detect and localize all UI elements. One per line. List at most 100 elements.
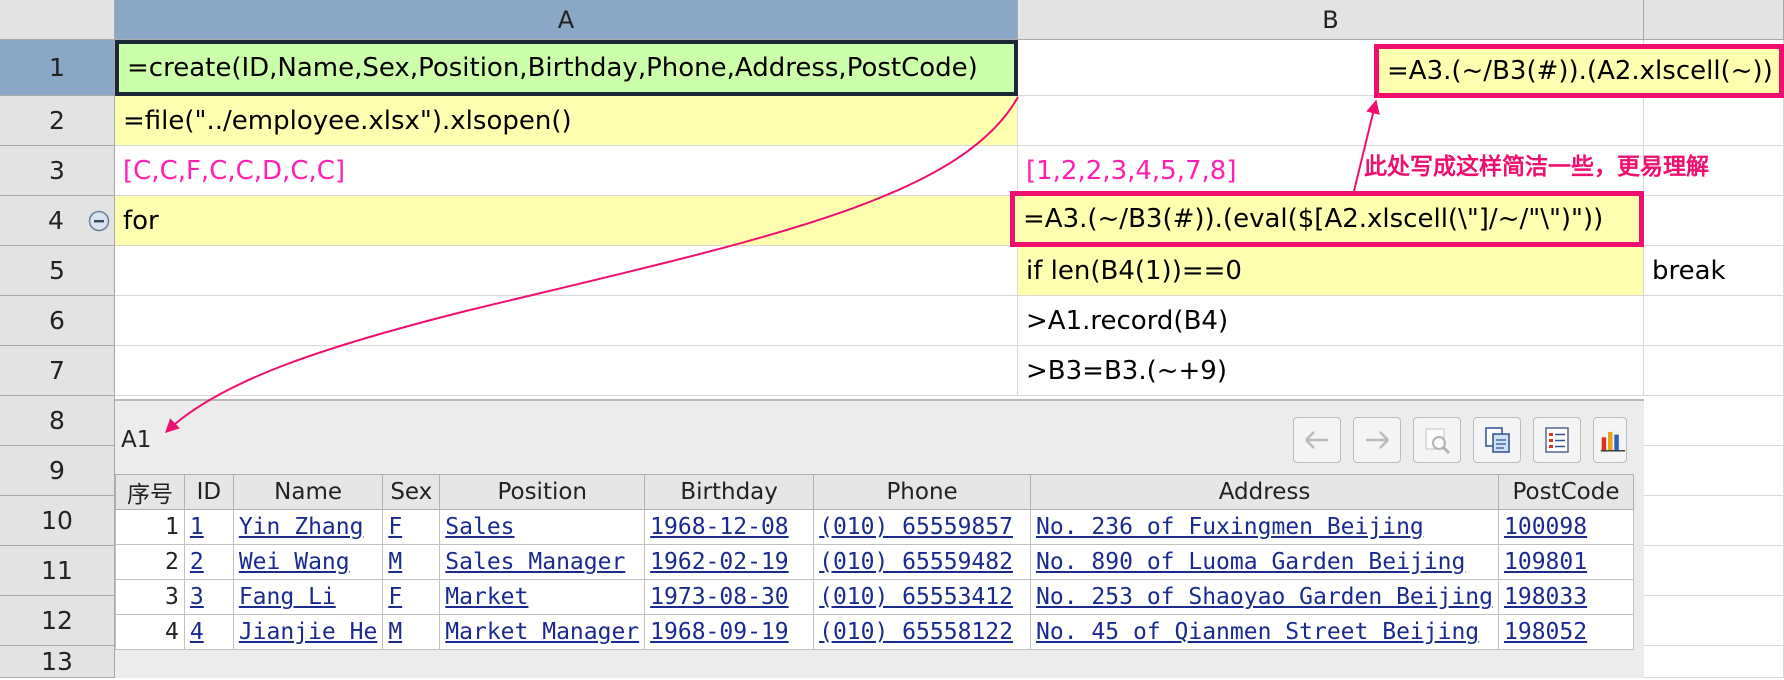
cell-link-postcode[interactable]: 198052 — [1504, 619, 1587, 645]
cell-a6[interactable] — [115, 296, 1018, 346]
cell-b7[interactable]: >B3=B3.(~+9) — [1018, 346, 1644, 396]
cell-link-phone[interactable]: (010) 65558122 — [819, 619, 1013, 645]
col-header-phone[interactable]: Phone — [813, 474, 1032, 510]
cell-c11[interactable] — [1644, 546, 1784, 596]
row-header-12[interactable]: 12 — [0, 596, 115, 646]
cell-link-phone[interactable]: (010) 65553412 — [819, 584, 1013, 610]
cell-link-address[interactable]: No. 45 of Qianmen Street Beijing — [1036, 619, 1479, 645]
cell-a5[interactable] — [115, 246, 1018, 296]
cell-a1[interactable]: =create(ID,Name,Sex,Position,Birthday,Ph… — [115, 40, 1018, 96]
cell-postcode: 109801 — [1498, 544, 1634, 580]
zoom-icon[interactable] — [1413, 417, 1461, 463]
cell-link-sex[interactable]: F — [388, 514, 402, 540]
cell-c10[interactable] — [1644, 496, 1784, 546]
cell-c2[interactable] — [1644, 96, 1784, 146]
row-header-2[interactable]: 2 — [0, 96, 115, 146]
cell-link-name[interactable]: Fang Li — [239, 584, 336, 610]
cell-link-position[interactable]: Sales Manager — [445, 549, 625, 575]
table-row[interactable]: 1 1 Yin Zhang F Sales 1968-12-08 (010) 6555985… — [115, 509, 1634, 545]
cell-link-id[interactable]: 2 — [190, 549, 204, 575]
cell-link-address[interactable]: No. 236 of Fuxingmen Beijing — [1036, 514, 1424, 540]
cell-link-birthday[interactable]: 1962-02-19 — [650, 549, 788, 575]
cell-link-position[interactable]: Sales — [445, 514, 514, 540]
cell-link-sex[interactable]: M — [388, 619, 402, 645]
cell-name: Jianjie He — [232, 614, 384, 650]
cell-link-id[interactable]: 3 — [190, 584, 204, 610]
cell-c6[interactable] — [1644, 296, 1784, 346]
cell-link-postcode[interactable]: 198033 — [1504, 584, 1587, 610]
cell-c13[interactable] — [1644, 646, 1784, 678]
col-header-id[interactable]: ID — [183, 474, 234, 510]
col-header-address[interactable]: Address — [1030, 474, 1500, 510]
cell-b2[interactable] — [1018, 96, 1644, 146]
cell-a4[interactable]: for — [115, 196, 1018, 246]
column-header-a[interactable]: A — [115, 0, 1018, 40]
col-header-postcode[interactable]: PostCode — [1498, 474, 1634, 510]
cell-address: No. 253 of Shaoyao Garden Beijing — [1030, 579, 1500, 615]
cell-link-name[interactable]: Wei Wang — [239, 549, 350, 575]
arrow-left-icon[interactable] — [1293, 417, 1341, 463]
cell-link-position[interactable]: Market — [445, 584, 528, 610]
cell-link-position[interactable]: Market Manager — [445, 619, 639, 645]
row-header-13[interactable]: 13 — [0, 646, 115, 678]
cell-link-phone[interactable]: (010) 65559482 — [819, 549, 1013, 575]
copy-icon[interactable] — [1473, 417, 1521, 463]
list-icon[interactable] — [1533, 417, 1581, 463]
column-header-b[interactable]: B — [1018, 0, 1644, 40]
cell-seq: 3 — [115, 579, 185, 615]
cell-phone: (010) 65558122 — [813, 614, 1032, 650]
cell-link-postcode[interactable]: 100098 — [1504, 514, 1587, 540]
cell-link-id[interactable]: 4 — [190, 619, 204, 645]
col-header-seq[interactable]: 序号 — [115, 474, 185, 510]
cell-b5[interactable]: if len(B4(1))==0 — [1018, 246, 1644, 296]
row-header-7[interactable]: 7 — [0, 346, 115, 396]
cell-link-birthday[interactable]: 1968-09-19 — [650, 619, 788, 645]
col-header-name[interactable]: Name — [232, 474, 384, 510]
cell-link-sex[interactable]: M — [388, 549, 402, 575]
row-header-9[interactable]: 9 — [0, 446, 115, 496]
cell-b6[interactable]: >A1.record(B4) — [1018, 296, 1644, 346]
cell-c5[interactable]: break — [1644, 246, 1784, 296]
row-header-5[interactable]: 5 — [0, 246, 115, 296]
cell-c7[interactable] — [1644, 346, 1784, 396]
cell-phone: (010) 65559482 — [813, 544, 1032, 580]
cell-link-name[interactable]: Jianjie He — [239, 619, 377, 645]
cell-link-postcode[interactable]: 109801 — [1504, 549, 1587, 575]
cell-link-birthday[interactable]: 1968-12-08 — [650, 514, 788, 540]
cell-phone: (010) 65553412 — [813, 579, 1032, 615]
row-header-8[interactable]: 8 — [0, 396, 115, 446]
cell-link-id[interactable]: 1 — [190, 514, 204, 540]
column-header-c[interactable] — [1644, 0, 1784, 40]
cell-link-sex[interactable]: F — [388, 584, 402, 610]
table-row[interactable]: 2 2 Wei Wang M Sales Manager 1962-02-19 (010) … — [115, 544, 1634, 580]
row-header-6[interactable]: 6 — [0, 296, 115, 346]
cell-link-phone[interactable]: (010) 65559857 — [819, 514, 1013, 540]
cell-c8[interactable] — [1644, 396, 1784, 446]
chart-icon[interactable] — [1593, 417, 1627, 463]
cell-c12[interactable] — [1644, 596, 1784, 646]
row-header-3[interactable]: 3 — [0, 146, 115, 196]
row-header-10[interactable]: 10 — [0, 496, 115, 546]
col-header-position[interactable]: Position — [439, 474, 646, 510]
table-row[interactable]: 3 3 Fang Li F Market 1973-08-30 (010) 65553412… — [115, 579, 1634, 615]
table-row[interactable]: 4 4 Jianjie He M Market Manager 1968-09-19 (01… — [115, 614, 1634, 650]
cell-c4[interactable] — [1644, 196, 1784, 246]
arrow-right-icon[interactable] — [1353, 417, 1401, 463]
cell-c9[interactable] — [1644, 446, 1784, 496]
result-table-viewport[interactable]: 序号 ID Name Sex Position Birthday Phone A… — [115, 474, 1634, 680]
cell-b4[interactable]: =A3.(~/B3(#)).(eval($[A2.xlscell(\"]/~/"… — [1010, 191, 1644, 247]
col-header-sex[interactable]: Sex — [382, 474, 441, 510]
col-header-birthday[interactable]: Birthday — [644, 474, 815, 510]
row-header-11[interactable]: 11 — [0, 546, 115, 596]
cell-id: 4 — [183, 614, 234, 650]
cell-link-name[interactable]: Yin Zhang — [239, 514, 364, 540]
cell-link-address[interactable]: No. 890 of Luoma Garden Beijing — [1036, 549, 1465, 575]
cell-a3[interactable]: [C,C,F,C,C,D,C,C] — [115, 146, 1018, 196]
cell-a7[interactable] — [115, 346, 1018, 396]
row-header-1[interactable]: 1 — [0, 40, 115, 96]
cell-link-address[interactable]: No. 253 of Shaoyao Garden Beijing — [1036, 584, 1493, 610]
minus-circle-icon[interactable] — [88, 210, 110, 232]
cell-a2[interactable]: =file("../employee.xlsx").xlsopen() — [115, 96, 1018, 146]
grid-corner[interactable] — [0, 0, 115, 40]
cell-link-birthday[interactable]: 1973-08-30 — [650, 584, 788, 610]
